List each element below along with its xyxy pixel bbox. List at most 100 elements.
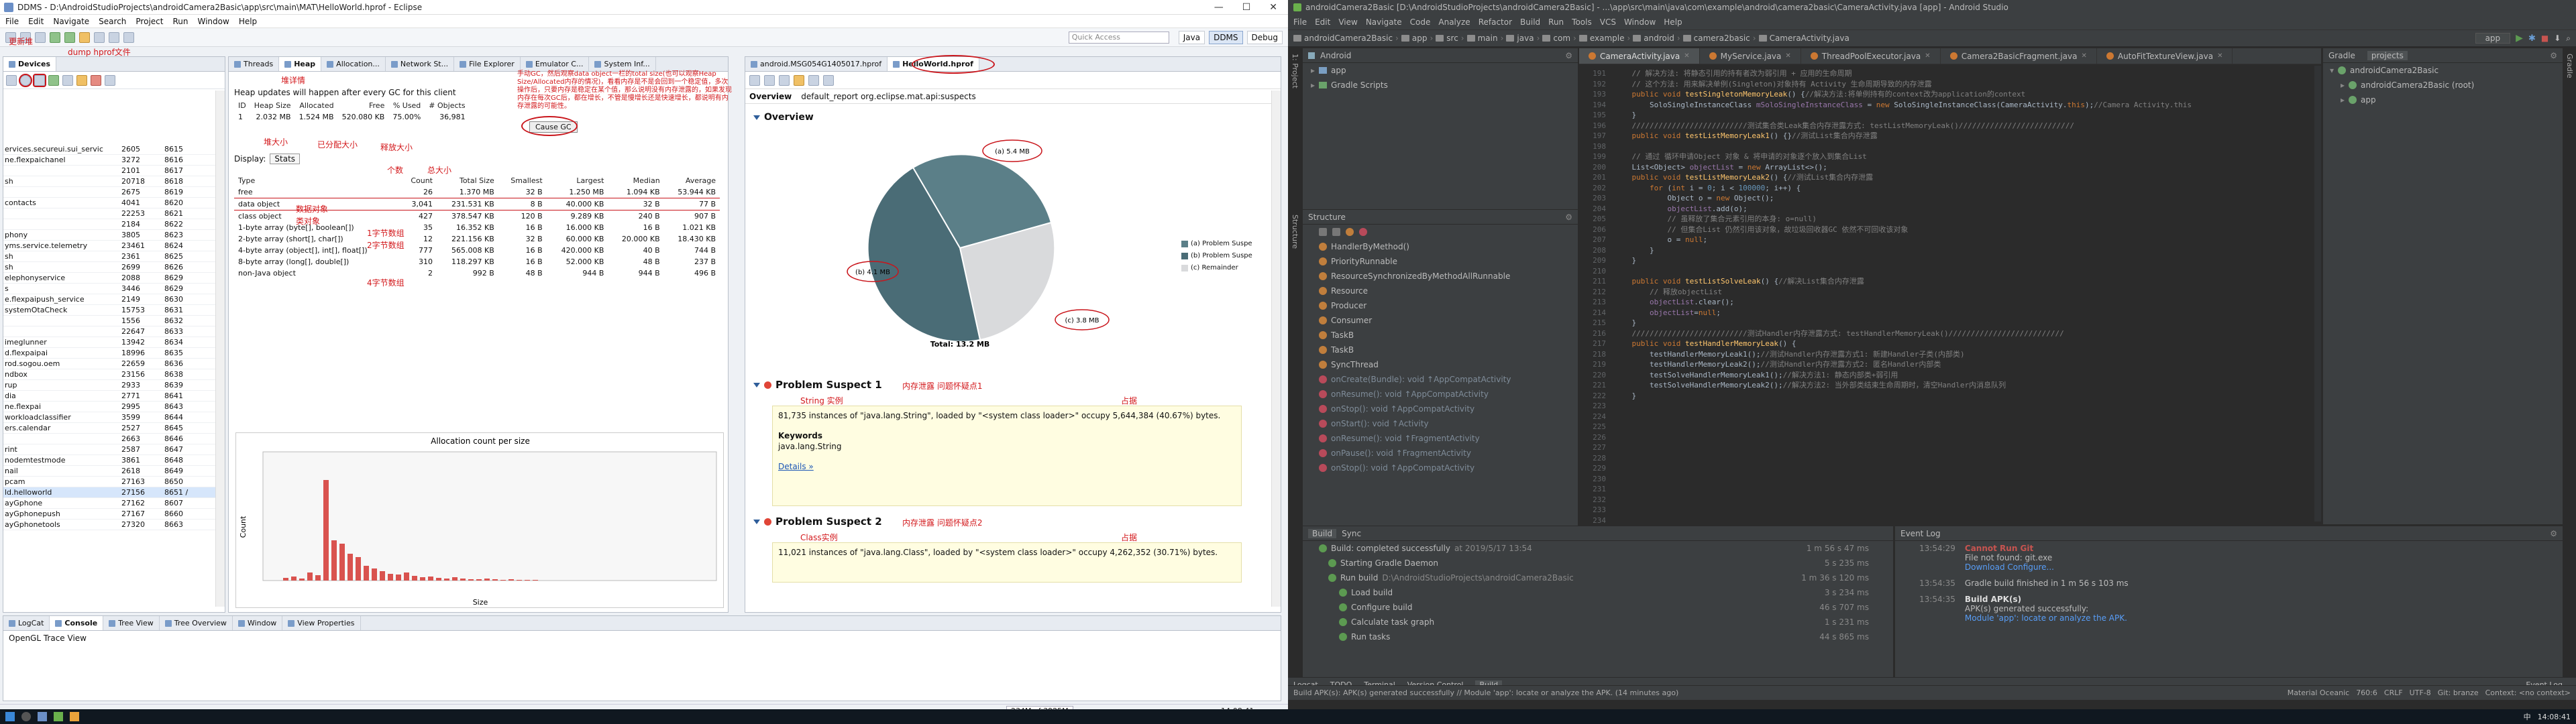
back-icon[interactable] [109, 32, 119, 43]
process-row[interactable]: 2184 8622 [3, 219, 225, 230]
tab-file-explorer[interactable]: File Explorer [454, 57, 521, 71]
breadcrumb-item[interactable]: app [1412, 34, 1428, 43]
breadcrumb-item[interactable]: com [1553, 34, 1570, 43]
process-row[interactable]: ayGphonetools 27320 8663 [3, 520, 225, 530]
process-row[interactable]: ld.helloworld 27156 8651 / [3, 487, 225, 498]
event-link[interactable]: Module 'app': locate or analyze the APK. [1965, 613, 2127, 623]
mat-query-icon[interactable] [808, 74, 819, 86]
studio-menu-file[interactable]: File [1293, 17, 1307, 27]
structure-item[interactable]: onStart(): void ↑Activity [1303, 416, 1578, 431]
build-row[interactable]: Calculate task graph 1 s 231 ms [1319, 615, 1882, 629]
suspect2-collapse-icon[interactable] [753, 519, 760, 524]
tab-network[interactable]: Network St... [386, 57, 455, 71]
menu-window[interactable]: Window [197, 17, 229, 26]
mat-overview-icon[interactable] [749, 74, 760, 86]
structure-item[interactable]: TaskB [1303, 328, 1578, 343]
process-row[interactable]: nail 2618 8649 [3, 466, 225, 477]
editor-tab[interactable]: Camera2BasicFragment.java ✕ [1941, 48, 2097, 64]
studio-menu-view[interactable]: View [1338, 17, 1357, 27]
process-row[interactable]: rup 2933 8639 [3, 380, 225, 391]
screen-capture-icon[interactable] [105, 74, 115, 86]
process-row[interactable]: ne.flexpai 2995 8643 [3, 402, 225, 412]
gradle-item-root[interactable]: ▾ androidCamera2Basic [2323, 63, 2563, 78]
project-view-select[interactable]: Android [1320, 51, 1351, 60]
process-row[interactable]: s 3446 8629 [3, 284, 225, 294]
breadcrumb-item[interactable]: CameraActivity.java [1770, 34, 1849, 43]
process-row[interactable]: nodemtestmode 3861 8648 [3, 455, 225, 466]
tab-devices[interactable]: Devices [3, 57, 57, 71]
process-row[interactable]: ervices.secureui.sui_servic 2605 8615 [3, 144, 225, 155]
tab-tree-overview[interactable]: Tree Overview [160, 616, 233, 630]
structure-item[interactable]: PriorityRunnable [1303, 254, 1578, 269]
start-method-profiling-icon[interactable] [76, 74, 87, 86]
studio-menu-vcs[interactable]: VCS [1600, 17, 1616, 27]
process-row[interactable]: rint 2587 8647 [3, 444, 225, 455]
sort-icon[interactable] [1319, 228, 1327, 236]
tab-window[interactable]: Window [233, 616, 283, 630]
stop-process-icon[interactable] [91, 74, 101, 86]
process-row[interactable]: yms.service.telemetry 23461 8624 [3, 241, 225, 251]
studio-menu-build[interactable]: Build [1520, 17, 1540, 27]
editor-tab[interactable]: ThreadPoolExecutor.java ✕ [1801, 48, 1941, 64]
status-encoding[interactable]: UTF-8 [2410, 688, 2431, 697]
editor-tab[interactable]: CameraActivity.java ✕ [1579, 48, 1700, 64]
structure-item[interactable]: onResume(): void ↑AppCompatActivity [1303, 387, 1578, 402]
structure-item[interactable]: onStop(): void ↑AppCompatActivity [1303, 461, 1578, 475]
side-tab-gradle[interactable]: Gradle [2565, 54, 2574, 78]
breadcrumb-item[interactable]: main [1478, 34, 1498, 43]
mat-dominator-icon[interactable] [779, 74, 790, 86]
stop-icon[interactable]: ■ [2541, 34, 2548, 43]
gradle-item-root-project[interactable]: ▸ androidCamera2Basic (root) [2323, 78, 2563, 93]
menu-help[interactable]: Help [239, 17, 257, 26]
process-row[interactable]: ne.flexpaichanel 3272 8616 [3, 155, 225, 166]
process-row[interactable]: ers.calendar 2527 8645 [3, 423, 225, 434]
sort-alpha-icon[interactable] [1332, 228, 1340, 236]
process-row[interactable]: elephonyservice 2088 8629 [3, 273, 225, 284]
structure-item[interactable]: onCreate(Bundle): void ↑AppCompatActivit… [1303, 372, 1578, 387]
structure-item[interactable]: Consumer [1303, 313, 1578, 328]
structure-item[interactable]: onPause(): void ↑FragmentActivity [1303, 446, 1578, 461]
build-row[interactable]: Run tasks 44 s 865 ms [1319, 629, 1882, 644]
search-everywhere-icon[interactable]: ⌕ [2566, 34, 2571, 44]
structure-item[interactable]: TaskB [1303, 343, 1578, 357]
tab-heap[interactable]: Heap [279, 57, 322, 71]
update-threads-icon[interactable] [62, 74, 73, 86]
details-link[interactable]: Details » [778, 461, 1236, 472]
tab-emulator[interactable]: Emulator C... [521, 57, 590, 71]
side-tab-project[interactable]: 1: Project [1291, 54, 1299, 88]
tab-tree-view[interactable]: Tree View [103, 616, 160, 630]
process-row[interactable]: workloadclassifier 3599 8644 [3, 412, 225, 423]
studio-menu-navigate[interactable]: Navigate [1366, 17, 1402, 27]
subtab-overview[interactable]: Overview [749, 92, 792, 101]
studio-menu-help[interactable]: Help [1664, 17, 1682, 27]
subtab-report[interactable]: default_report org.eclipse.mat.api:suspe… [801, 92, 975, 101]
collapse-icon[interactable] [753, 115, 760, 120]
structure-item[interactable]: SyncThread [1303, 357, 1578, 372]
forward-icon[interactable] [123, 32, 134, 43]
stats-row[interactable]: 2-byte array (short[], char[]) 12 221.156 … [234, 233, 720, 245]
status-theme[interactable]: Material Oceanic [2288, 688, 2349, 697]
build-tab-sync[interactable]: Sync [1342, 529, 1361, 538]
process-row[interactable]: 2663 8646 [3, 434, 225, 444]
run-icon[interactable]: ▶ [2516, 33, 2523, 44]
gradle-settings-icon[interactable]: ⚙ [2550, 51, 2557, 60]
close-tab-icon[interactable]: ✕ [2081, 52, 2086, 60]
debug-icon[interactable]: ✱ [2528, 34, 2536, 44]
close-tab-icon[interactable]: ✕ [2217, 52, 2222, 60]
process-row[interactable]: dia 2771 8641 [3, 391, 225, 402]
close-tab-icon[interactable]: ✕ [1785, 52, 1790, 60]
breadcrumb-item[interactable]: androidCamera2Basic [1304, 34, 1393, 43]
structure-item[interactable]: HandlerByMethod() [1303, 239, 1578, 254]
process-row[interactable]: ayGphonepush 27167 8660 [3, 509, 225, 520]
project-settings-icon[interactable]: ⚙ [1565, 51, 1572, 60]
external-tools-icon[interactable] [79, 32, 90, 43]
structure-item[interactable]: onStop(): void ↑AppCompatActivity [1303, 402, 1578, 416]
process-row[interactable]: ayGphone 27162 8607 [3, 498, 225, 509]
process-row[interactable]: 2101 8617 [3, 166, 225, 176]
devices-scrollbar[interactable] [215, 90, 225, 607]
gradle-item-app[interactable]: ▸ app [2323, 93, 2563, 107]
status-git-branch[interactable]: Git: branze [2438, 688, 2479, 697]
show-methods-icon[interactable] [1359, 228, 1367, 236]
debug-icon[interactable] [50, 32, 60, 43]
close-tab-icon[interactable]: ✕ [1925, 52, 1930, 60]
